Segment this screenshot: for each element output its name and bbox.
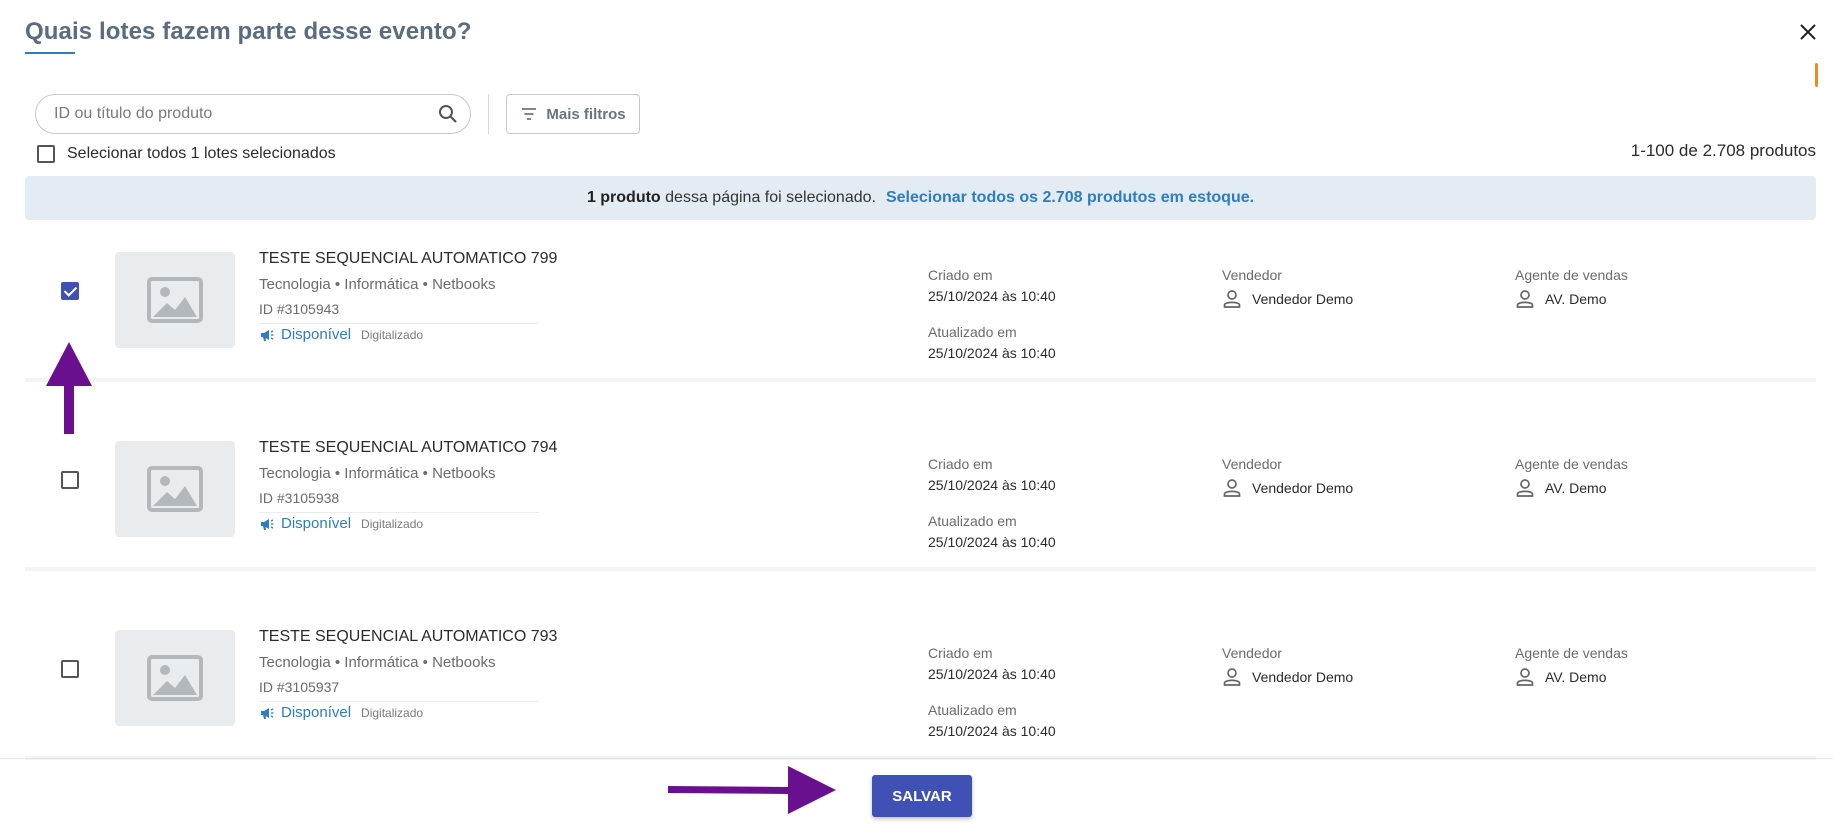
- agent-info: AV. Demo: [1515, 667, 1606, 687]
- banner-count: 1 produto: [586, 189, 661, 206]
- seller-label: Vendedor: [1222, 456, 1282, 472]
- pagination-count: 1-100 de 2.708 produtos: [1630, 141, 1816, 160]
- dialog-title: Quais lotes fazem parte desse evento?: [25, 18, 472, 45]
- digitalized-tag: Digitalizado: [361, 705, 424, 720]
- agent-name: AV. Demo: [1545, 291, 1607, 307]
- select-all-checkbox[interactable]: [37, 145, 55, 163]
- product-checkbox[interactable]: [61, 471, 79, 489]
- agent-label: Agente de vendas: [1515, 456, 1628, 472]
- product-row: TESTE SEQUENCIAL AUTOMATICO 793 Tecnolog…: [25, 608, 1816, 760]
- product-thumbnail: [115, 252, 235, 348]
- agent-info: AV. Demo: [1515, 289, 1606, 309]
- seller-label: Vendedor: [1222, 267, 1282, 283]
- digitalized-tag: Digitalizado: [361, 516, 424, 531]
- select-all-stock-link[interactable]: Selecionar todos os 2.708 produtos em es…: [886, 189, 1254, 207]
- product-title[interactable]: TESTE SEQUENCIAL AUTOMATICO 799: [259, 250, 557, 268]
- seller-info: Vendedor Demo: [1222, 289, 1353, 309]
- product-checkbox[interactable]: [61, 660, 79, 678]
- megaphone-icon: [261, 518, 274, 530]
- search-input[interactable]: [54, 105, 436, 123]
- person-icon: [1223, 479, 1241, 497]
- status-label[interactable]: Disponível: [281, 704, 351, 721]
- person-icon: [1223, 668, 1241, 686]
- person-icon: [1516, 479, 1534, 497]
- toolbar-divider: [488, 94, 489, 134]
- product-row: TESTE SEQUENCIAL AUTOMATICO 794 Tecnolog…: [25, 419, 1816, 571]
- created-value: 25/10/2024 às 10:40: [928, 288, 1056, 304]
- megaphone-icon: [261, 707, 274, 719]
- created-value: 25/10/2024 às 10:40: [928, 666, 1056, 682]
- select-all-control: Selecionar todos 1 lotes selecionados: [37, 145, 336, 163]
- created-label: Criado em: [928, 645, 993, 661]
- status-label[interactable]: Disponível: [281, 515, 351, 532]
- product-category: Tecnologia • Informática • Netbooks: [259, 276, 496, 293]
- product-thumbnail: [115, 630, 235, 726]
- selection-banner: 1 produto dessa página foi selecionado. …: [25, 176, 1816, 220]
- image-placeholder-icon: [147, 466, 203, 512]
- scroll-indicator: [1815, 63, 1818, 87]
- created-label: Criado em: [928, 456, 993, 472]
- person-icon: [1516, 290, 1534, 308]
- updated-value: 25/10/2024 às 10:40: [928, 723, 1056, 739]
- title-underline: [25, 52, 75, 54]
- updated-value: 25/10/2024 às 10:40: [928, 345, 1056, 361]
- product-checkbox[interactable]: [61, 282, 79, 300]
- updated-label: Atualizado em: [928, 513, 1017, 529]
- updated-value: 25/10/2024 às 10:40: [928, 534, 1056, 550]
- agent-name: AV. Demo: [1545, 480, 1607, 496]
- person-icon: [1516, 668, 1534, 686]
- save-button[interactable]: SALVAR: [872, 775, 972, 817]
- more-filters-button[interactable]: Mais filtros: [506, 94, 640, 134]
- status-label[interactable]: Disponível: [281, 326, 351, 343]
- product-category: Tecnologia • Informática • Netbooks: [259, 654, 496, 671]
- close-icon[interactable]: [1796, 20, 1820, 44]
- seller-label: Vendedor: [1222, 645, 1282, 661]
- filter-icon: [522, 108, 537, 120]
- seller-name: Vendedor Demo: [1252, 669, 1354, 685]
- product-thumbnail: [115, 441, 235, 537]
- seller-info: Vendedor Demo: [1222, 478, 1353, 498]
- product-category: Tecnologia • Informática • Netbooks: [259, 465, 496, 482]
- search-icon[interactable]: [436, 102, 460, 126]
- created-value: 25/10/2024 às 10:40: [928, 477, 1056, 493]
- annotation-arrow-right-icon: [668, 766, 836, 814]
- product-status: Disponível Digitalizado: [259, 704, 423, 721]
- more-filters-label: Mais filtros: [546, 105, 626, 123]
- annotation-arrow-up-icon: [46, 342, 92, 434]
- updated-label: Atualizado em: [928, 702, 1017, 718]
- product-id: ID #3105943: [259, 301, 539, 324]
- select-all-label: Selecionar todos 1 lotes selecionados: [67, 145, 336, 162]
- agent-name: AV. Demo: [1545, 669, 1607, 685]
- search-box: [35, 94, 471, 134]
- seller-name: Vendedor Demo: [1252, 291, 1354, 307]
- product-status: Disponível Digitalizado: [259, 515, 423, 532]
- agent-label: Agente de vendas: [1515, 645, 1628, 661]
- product-row: TESTE SEQUENCIAL AUTOMATICO 799 Tecnolog…: [25, 230, 1816, 382]
- banner-text: dessa página foi selecionado.: [660, 189, 876, 206]
- image-placeholder-icon: [147, 655, 203, 701]
- agent-label: Agente de vendas: [1515, 267, 1628, 283]
- digitalized-tag: Digitalizado: [361, 327, 424, 342]
- created-label: Criado em: [928, 267, 993, 283]
- seller-info: Vendedor Demo: [1222, 667, 1353, 687]
- product-title[interactable]: TESTE SEQUENCIAL AUTOMATICO 793: [259, 628, 557, 646]
- updated-label: Atualizado em: [928, 324, 1017, 340]
- product-title[interactable]: TESTE SEQUENCIAL AUTOMATICO 794: [259, 439, 557, 457]
- product-status: Disponível Digitalizado: [259, 326, 423, 343]
- person-icon: [1223, 290, 1241, 308]
- megaphone-icon: [261, 329, 274, 341]
- seller-name: Vendedor Demo: [1252, 480, 1354, 496]
- product-id: ID #3105937: [259, 679, 539, 702]
- footer-divider: [0, 758, 1833, 759]
- agent-info: AV. Demo: [1515, 478, 1606, 498]
- product-id: ID #3105938: [259, 490, 539, 513]
- image-placeholder-icon: [147, 277, 203, 323]
